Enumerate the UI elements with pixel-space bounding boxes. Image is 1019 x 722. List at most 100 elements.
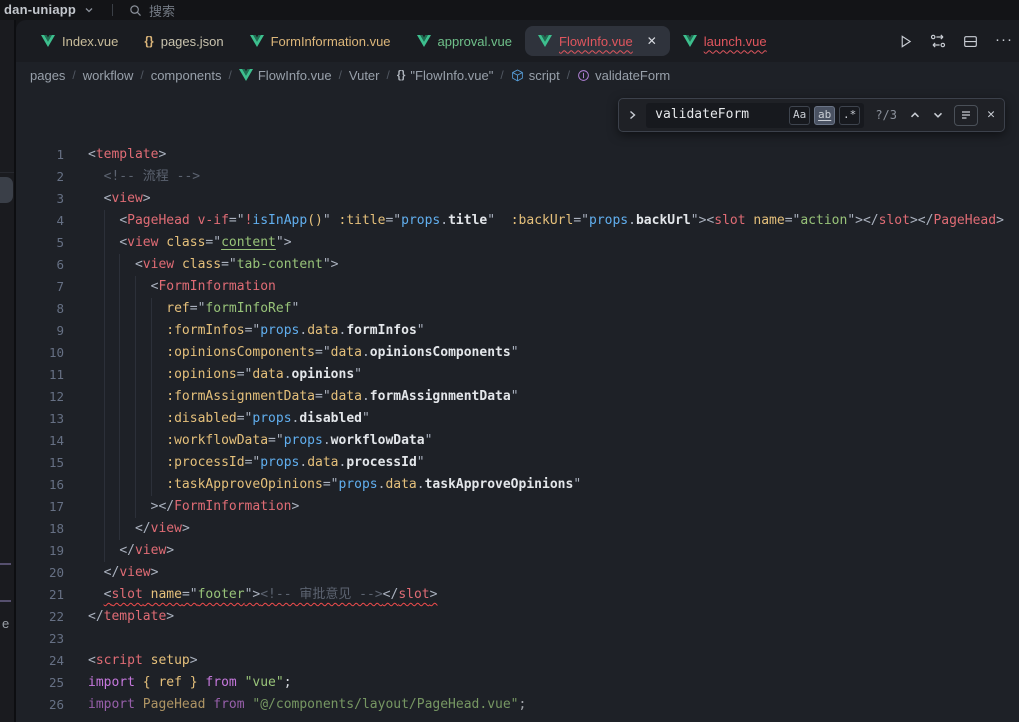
code-line-14[interactable]: 14 :workflowData="props.workflowData" [16,430,1019,452]
find-widget: validateForm Aaab.* ?/3 ✕ [618,98,1005,132]
tab-approval-vue[interactable]: approval.vue [404,20,525,62]
tab-index-vue[interactable]: Index.vue [28,20,131,62]
breadcrumb-item-pages[interactable]: pages [30,68,65,83]
code-line-6[interactable]: 6 <view class="tab-content"> [16,254,1019,276]
close-find-icon[interactable]: ✕ [987,104,995,126]
code-line-26[interactable]: 26 import PageHead from "@/components/lay… [16,694,1019,716]
code-line-17[interactable]: 17 ></FormInformation> [16,496,1019,518]
json-braces-icon: {} [144,34,153,48]
breadcrumb-item-components[interactable]: components [151,68,222,83]
code-line-19[interactable]: 19 </view> [16,540,1019,562]
code-text: </view> [88,562,158,584]
code-line-2[interactable]: 2 <!-- 流程 --> [16,166,1019,188]
code-text: :formInfos="props.data.formInfos" [88,320,425,342]
vue-logo-icon [538,35,552,47]
breadcrumb-item-workflow[interactable]: workflow [83,68,134,83]
code-text: <template> [88,144,166,166]
search-box[interactable]: 搜索 [149,1,175,20]
code-text: <PageHead v-if="!isInApp()" :title="prop… [88,210,1004,232]
code-line-15[interactable]: 15 :processId="props.data.processId" [16,452,1019,474]
split-editor-button[interactable] [963,34,978,49]
line-number: 6 [16,254,64,276]
code-line-7[interactable]: 7 <FormInformation [16,276,1019,298]
breadcrumb-label: FlowInfo.vue [258,68,332,83]
code-line-25[interactable]: 25import { ref } from "vue"; [16,672,1019,694]
breadcrumb-label: components [151,68,222,83]
find-in-selection-button[interactable] [954,105,978,126]
line-number: 10 [16,342,64,364]
breadcrumb-label: script [529,68,560,83]
match-case-button[interactable]: Aa [789,106,810,125]
vue-logo-icon [683,35,697,47]
search-icon[interactable] [129,4,142,17]
editor-actions: ··· [888,33,1019,49]
breadcrumb-item--flowinfo-vue-[interactable]: {}"FlowInfo.vue" [397,68,494,83]
code-line-18[interactable]: 18 </view> [16,518,1019,540]
code-line-24[interactable]: 24<script setup> [16,650,1019,672]
code-line-13[interactable]: 13 :disabled="props.disabled" [16,408,1019,430]
code-text: :processId="props.data.processId" [88,452,425,474]
vue-logo-icon [250,35,264,47]
previous-match-button[interactable] [908,108,922,122]
code-text: <view> [88,188,151,210]
line-number: 11 [16,364,64,386]
find-query[interactable]: validateForm [655,104,785,126]
code-line-4[interactable]: 4 <PageHead v-if="!isInApp()" :title="pr… [16,210,1019,232]
line-number: 9 [16,320,64,342]
line-number: 13 [16,408,64,430]
line-number: 8 [16,298,64,320]
line-number: 21 [16,584,64,606]
code-line-5[interactable]: 5 <view class="content"> [16,232,1019,254]
code-text: </template> [88,606,174,628]
toggle-replace-icon[interactable] [628,109,637,121]
next-match-button[interactable] [931,108,945,122]
tab-pages-json[interactable]: {}pages.json [131,20,236,62]
project-name[interactable]: dan-uniapp [4,2,76,17]
breadcrumb-item-script[interactable]: script [511,68,560,83]
run-button[interactable] [898,34,913,49]
code-line-3[interactable]: 3 <view> [16,188,1019,210]
line-number: 22 [16,606,64,628]
chevron-down-icon[interactable] [84,6,94,14]
code-line-9[interactable]: 9 :formInfos="props.data.formInfos" [16,320,1019,342]
code-line-1[interactable]: 1<template> [16,144,1019,166]
code-text: <view class="tab-content"> [88,254,338,276]
line-number: 12 [16,386,64,408]
line-number: 26 [16,694,64,716]
code-text: import PageHead from "@/components/layou… [88,694,526,716]
line-number: 4 [16,210,64,232]
tab-flowinfo-vue[interactable]: FlowInfo.vue ✕ [525,26,670,56]
code-line-11[interactable]: 11 :opinions="data.opinions" [16,364,1019,386]
breadcrumb-separator: / [339,68,342,82]
whole-word-button[interactable]: ab [814,106,835,125]
tab-launch-vue[interactable]: launch.vue [670,20,780,62]
line-number: 5 [16,232,64,254]
code-line-10[interactable]: 10 :opinionsComponents="data.opinionsCom… [16,342,1019,364]
breadcrumb-item-flowinfo-vue[interactable]: FlowInfo.vue [239,68,332,83]
code-line-16[interactable]: 16 :taskApproveOpinions="props.data.task… [16,474,1019,496]
regex-button[interactable]: .* [839,106,860,125]
sidebar-edge: e [0,20,16,722]
code-line-23[interactable]: 23 [16,628,1019,650]
compare-button[interactable] [930,33,946,49]
code-text: :disabled="props.disabled" [88,408,370,430]
find-input[interactable]: validateForm Aaab.* [646,103,864,128]
code-line-12[interactable]: 12 :formAssignmentData="data.formAssignm… [16,386,1019,408]
breadcrumb-item-vuter[interactable]: Vuter [349,68,380,83]
tab-label: Index.vue [62,34,118,49]
code-line-20[interactable]: 20 </view> [16,562,1019,584]
sidebar-selected-item-edge[interactable] [0,177,13,203]
breadcrumb-separator: / [500,68,503,82]
code-line-22[interactable]: 22 </template> [16,606,1019,628]
tab-forminformation-vue[interactable]: FormInformation.vue [237,20,404,62]
more-actions-button[interactable]: ··· [995,35,1013,48]
tab-label: FlowInfo.vue [559,34,633,49]
editor-window: dan-uniapp 搜索 e Index.vue {}pages.jsonFor… [0,0,1019,722]
code-text: </view> [88,540,174,562]
code-text: :workflowData="props.workflowData" [88,430,432,452]
code-line-21[interactable]: 21 <slot name="footer"><!-- 审批意见 --></sl… [16,584,1019,606]
close-tab-icon[interactable]: ✕ [647,35,657,47]
code-editor[interactable]: validateForm Aaab.* ?/3 ✕ [16,88,1019,722]
breadcrumb-item-validateform[interactable]: validateForm [577,68,670,83]
code-line-8[interactable]: 8 ref="formInfoRef" [16,298,1019,320]
